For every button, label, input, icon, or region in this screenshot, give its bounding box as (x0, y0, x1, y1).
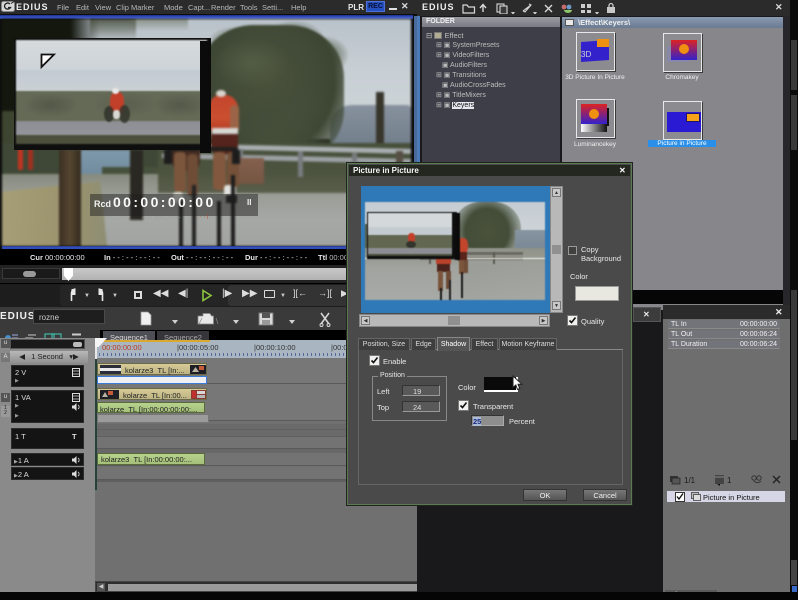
svg-text:1/1: 1/1 (684, 476, 696, 485)
svg-text:1: 1 (727, 476, 732, 485)
